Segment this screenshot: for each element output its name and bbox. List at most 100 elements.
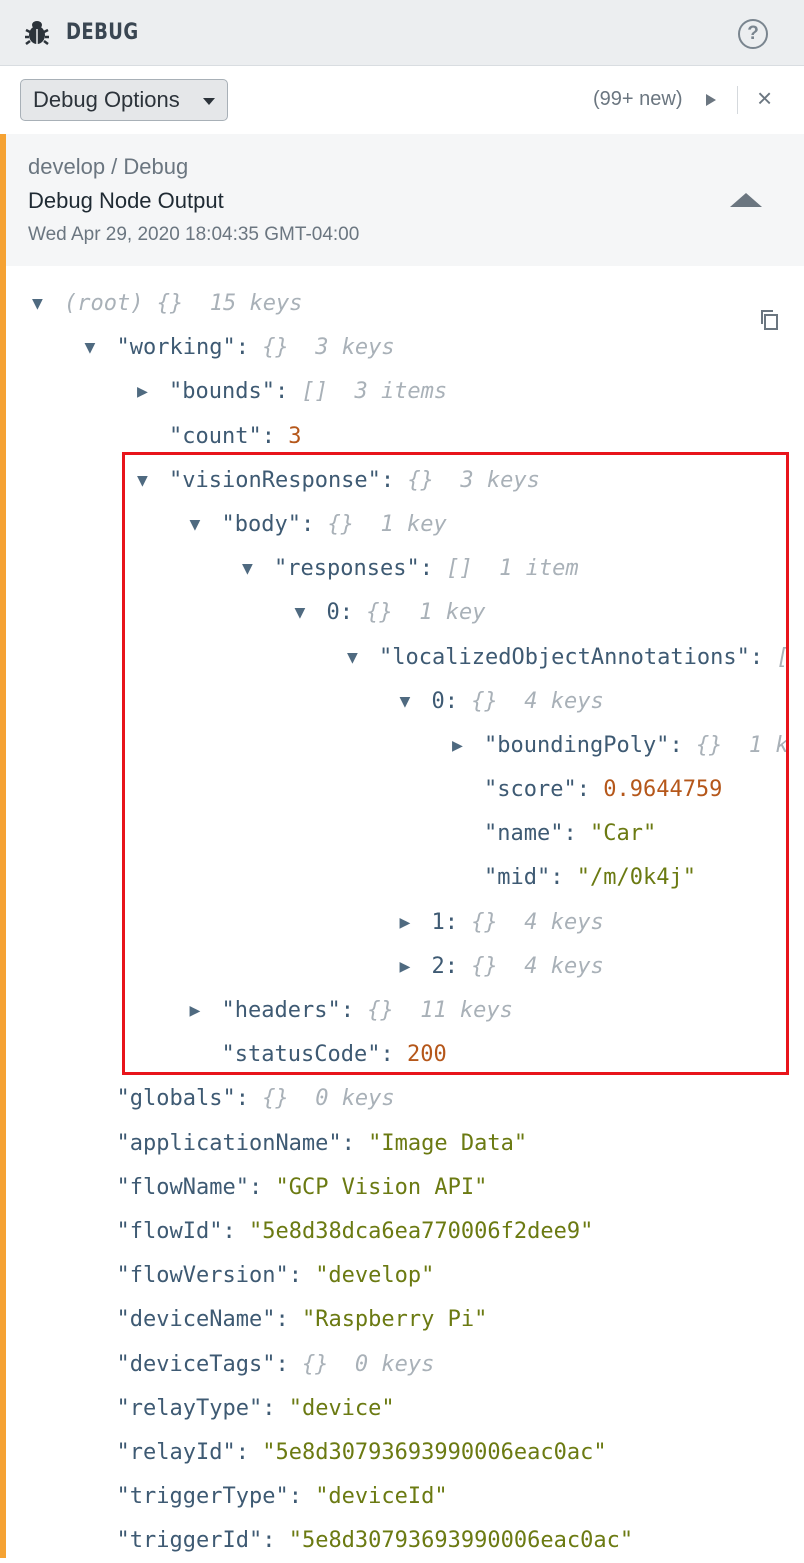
tree-meta: [] 3 items	[301, 379, 448, 405]
tree-row[interactable]: ▶"boundingPoly": {} 1 key	[0, 724, 788, 768]
tree-row: "flowName": "GCP Vision API"	[116, 1174, 488, 1200]
tree-value: "5e8d30793693990006eac0ac"	[262, 1439, 607, 1465]
tree-meta: [] 1 item	[446, 556, 579, 582]
tree-row[interactable]: ▼ 0: {} 1 key	[0, 591, 788, 635]
tree-row: "score": 0.9644759	[484, 777, 723, 803]
tree-meta: {} 3 keys	[262, 335, 395, 361]
collapse-icon[interactable]	[730, 193, 762, 207]
tree-row[interactable]: ▶ "headers": {} 11 keys	[0, 989, 788, 1033]
tree-key: "deviceTags"	[116, 1351, 276, 1377]
tree-key: "count"	[169, 423, 262, 449]
tree-row[interactable]: ▼ 0: {} 4 keys	[0, 680, 788, 724]
tree-row: "flowId": "5e8d38dca6ea770006f2dee9"	[116, 1218, 594, 1244]
message-header[interactable]: develop / Debug Debug Node Output Wed Ap…	[6, 134, 804, 266]
expand-down-icon[interactable]: ▼	[347, 636, 365, 680]
tree-key: "applicationName"	[116, 1130, 342, 1156]
tree-row[interactable]: ▶ 2: {} 4 keys	[0, 945, 788, 989]
tree-key: "triggerType"	[116, 1484, 289, 1510]
tree-value: "develop"	[315, 1263, 435, 1289]
expand-down-icon[interactable]: ▼	[295, 591, 313, 635]
tree-key: "deviceName"	[116, 1307, 276, 1333]
debug-panel-header: DEBUG ?	[0, 0, 804, 66]
play-icon[interactable]	[706, 94, 716, 106]
tree-row: "count": 3	[169, 423, 302, 449]
tree-row: "mid": "/m/0k4j"	[484, 865, 696, 891]
tree-row[interactable]: ▼ (root) {} 15 keys	[0, 282, 788, 326]
tree-row: "applicationName": "Image Data"	[116, 1130, 528, 1156]
panel-title: DEBUG	[66, 20, 139, 45]
tree-value: 200	[406, 1042, 447, 1068]
debug-options-dropdown[interactable]: Debug Options	[20, 79, 228, 121]
tree-row[interactable]: ▼ "responses": [] 1 item	[0, 547, 788, 591]
tree-row: "relayId": "5e8d30793693990006eac0ac"	[116, 1439, 607, 1465]
tree-meta: {} 11 keys	[367, 998, 513, 1023]
tree-value: "5e8d38dca6ea770006f2dee9"	[248, 1218, 594, 1244]
expand-down-icon[interactable]: ▼	[85, 326, 103, 370]
tree-row: "relayType": "device"	[116, 1395, 395, 1421]
node-title: Debug Node Output	[28, 188, 224, 213]
tree-row: "deviceName": "Raspberry Pi"	[116, 1307, 488, 1333]
tree-row: "flowVersion": "develop"	[116, 1263, 435, 1289]
expand-right-icon[interactable]: ▶	[400, 901, 418, 945]
tree-row[interactable]: ▶ "bounds": [] 3 items	[0, 370, 788, 414]
tree-key: "globals"	[116, 1086, 236, 1112]
close-icon[interactable]: ×	[757, 83, 772, 113]
expand-down-icon[interactable]: ▼	[242, 547, 260, 591]
expand-right-icon[interactable]: ▶	[400, 945, 418, 989]
tree-row: "globals": {} 0 keys	[116, 1086, 395, 1112]
toolbar-divider	[737, 86, 738, 114]
tree-meta: {} 0 keys	[301, 1351, 435, 1377]
tree-value: "device"	[288, 1395, 395, 1421]
message-timestamp: Wed Apr 29, 2020 18:04:35 GMT-04:00	[28, 224, 360, 245]
tree-key: "headers"	[221, 998, 341, 1023]
tree-key: 0	[431, 688, 445, 714]
tree-meta: {} 4 keys	[471, 909, 604, 935]
tree-key: "visionResponse"	[169, 467, 381, 493]
tree-value: "5e8d30793693990006eac0ac"	[288, 1528, 634, 1554]
tree-key: "name"	[484, 821, 564, 847]
tree-row: "name": "Car"	[484, 821, 657, 847]
expand-right-icon[interactable]: ▶	[190, 989, 208, 1033]
tree-value: "Image Data"	[368, 1130, 528, 1156]
tree-key: "flowVersion"	[116, 1263, 289, 1289]
new-messages-count: (99+ new)	[593, 88, 683, 110]
caret-down-icon	[203, 98, 215, 105]
tree-value: "Raspberry Pi"	[301, 1307, 488, 1333]
tree-key: "boundingPoly"	[484, 732, 670, 758]
tree-value: 0.9644759	[603, 777, 723, 803]
tree-meta: {} 1 key	[366, 600, 486, 626]
tree-meta: {} 4 keys	[471, 953, 604, 979]
bug-icon	[25, 21, 49, 45]
tree-value: "GCP Vision API"	[275, 1174, 488, 1200]
debug-toolbar: Debug Options (99+ new) ×	[0, 66, 804, 134]
tree-row: "deviceTags": {} 0 keys	[116, 1351, 435, 1377]
tree-row[interactable]: ▼ "body": {} 1 key	[0, 503, 788, 547]
expand-down-icon[interactable]: ▼	[190, 503, 208, 547]
tree-row[interactable]: ▼"localizedObjectAnnotations": [] 3 item…	[0, 636, 788, 680]
debug-options-label: Debug Options	[33, 87, 180, 112]
tree-key: "working"	[116, 335, 236, 361]
tree-row[interactable]: ▼ "working": {} 3 keys	[0, 326, 788, 370]
tree-key: "flowName"	[116, 1174, 249, 1200]
tree-key: "body"	[221, 511, 301, 537]
tree-meta: {} 1 key	[695, 732, 788, 758]
breadcrumb: develop / Debug	[28, 154, 189, 179]
tree-row[interactable]: ▼ "visionResponse": {} 3 keys	[0, 459, 788, 503]
help-icon[interactable]: ?	[738, 19, 768, 49]
expand-right-icon[interactable]: ▶	[137, 370, 155, 414]
tree-key: "bounds"	[169, 379, 275, 405]
expand-down-icon[interactable]: ▼	[137, 459, 155, 503]
tree-key: "flowId"	[116, 1218, 223, 1244]
tree-row: "statusCode": 200	[221, 1042, 447, 1068]
expand-right-icon[interactable]: ▶	[452, 724, 470, 768]
tree-meta: {} 3 keys	[407, 467, 540, 493]
tree-row[interactable]: ▶ 1: {} 4 keys	[0, 901, 788, 945]
tree-key: 1	[431, 909, 445, 935]
expand-down-icon[interactable]: ▼	[400, 680, 418, 724]
tree-key: "relayId"	[116, 1439, 236, 1465]
tree-row: "triggerId": "5e8d30793693990006eac0ac"	[116, 1528, 634, 1554]
tree-key: "localizedObjectAnnotations"	[379, 644, 750, 670]
expand-down-icon[interactable]: ▼	[32, 282, 50, 326]
tree-key: "score"	[484, 777, 577, 803]
tree-meta: [] 3 items	[776, 645, 788, 670]
